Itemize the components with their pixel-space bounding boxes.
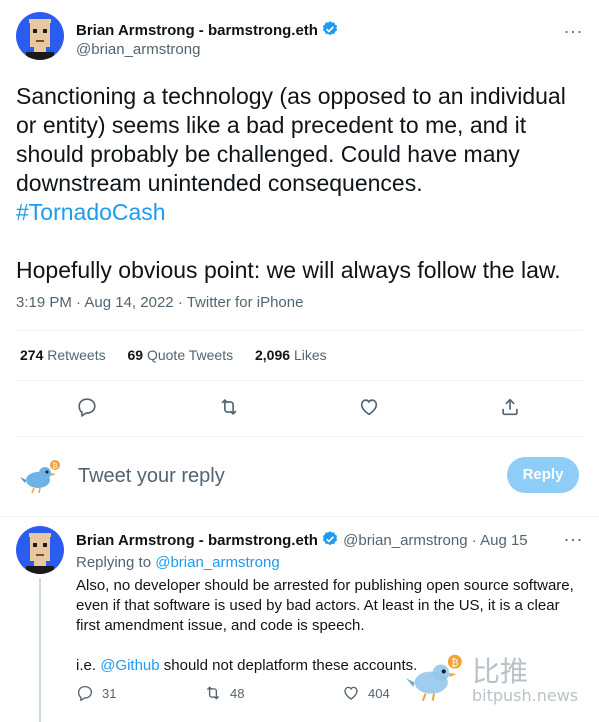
reply-like-action[interactable]: 404 <box>342 684 390 704</box>
github-mention-link[interactable]: @Github <box>100 657 159 674</box>
reply-button[interactable]: Reply <box>507 457 579 493</box>
svg-text:₿: ₿ <box>52 462 57 470</box>
watermark-bird-icon: ₿ <box>400 652 468 707</box>
like-icon <box>344 686 358 700</box>
reply-date[interactable]: Aug 15 <box>480 532 528 549</box>
quote-tweets-stat[interactable]: 69 Quote Tweets <box>128 347 234 363</box>
verified-badge-icon <box>321 20 339 42</box>
meta-separator: · <box>76 294 82 311</box>
reply-header: Brian Armstrong - barmstrong.eth @brian_… <box>76 530 528 552</box>
divider <box>16 436 583 437</box>
meta-separator: · <box>177 294 183 311</box>
avatar-face-icon <box>26 533 54 574</box>
reply-author-handle[interactable]: @brian_armstrong <box>343 532 467 549</box>
retweet-icon <box>206 686 220 700</box>
engagement-stats: 274 Retweets 69 Quote Tweets 2,096 Likes <box>20 347 345 363</box>
reply-icon[interactable] <box>76 396 100 420</box>
tweet-client[interactable]: Twitter for iPhone <box>187 294 304 311</box>
divider <box>16 330 583 331</box>
reply-icon <box>77 685 93 702</box>
retweets-count: 274 <box>20 347 44 363</box>
author-name-text[interactable]: Brian Armstrong - barmstrong.eth <box>76 22 318 39</box>
reply-input[interactable]: Tweet your reply <box>78 465 225 488</box>
retweets-stat[interactable]: 274 Retweets <box>20 347 106 363</box>
tweet-text: Sanctioning a technology (as opposed to … <box>16 82 586 314</box>
retweet-icon[interactable] <box>218 396 242 420</box>
likes-count: 2,096 <box>255 347 291 363</box>
reply-likes-count: 404 <box>368 686 390 701</box>
reply-author-name[interactable]: Brian Armstrong - barmstrong.eth <box>76 532 318 549</box>
quote-tweets-count: 69 <box>127 347 144 363</box>
watermark-logo-text: 比推 <box>472 655 529 688</box>
bitpush-bird-icon: ₿ <box>18 458 62 499</box>
like-icon[interactable] <box>358 396 382 420</box>
reply-replies-count: 31 <box>102 686 117 701</box>
author-name[interactable]: Brian Armstrong - barmstrong.eth <box>76 20 339 42</box>
reply-text-body: Also, no developer should be arrested fo… <box>76 577 574 634</box>
retweets-label: Retweets <box>47 347 106 363</box>
author-handle[interactable]: @brian_armstrong <box>76 41 200 58</box>
reply-more-options-icon[interactable]: ··· <box>564 530 583 548</box>
hashtag-link[interactable]: #TornadoCash <box>16 198 586 227</box>
divider <box>0 516 599 517</box>
replying-to-link[interactable]: @brian_armstrong <box>155 554 279 571</box>
reply-composer: ₿ Tweet your reply Reply <box>0 452 599 500</box>
reply-retweets-count: 48 <box>230 686 245 701</box>
reply-text-suffix: should not deplatform these accounts. <box>163 657 418 674</box>
tweet-actions <box>0 396 599 420</box>
tweet-text-body: Sanctioning a technology (as opposed to … <box>16 83 566 196</box>
replying-to-label: Replying to <box>76 554 152 571</box>
quote-tweets-label: Quote Tweets <box>146 347 234 363</box>
author-avatar[interactable] <box>16 12 64 60</box>
reply-author-avatar[interactable] <box>16 526 64 574</box>
reply-retweet-action[interactable]: 48 <box>204 684 244 704</box>
replying-to: Replying to @brian_armstrong <box>76 554 280 571</box>
tweet-date[interactable]: Aug 14, 2022 <box>84 294 173 311</box>
avatar-face-icon <box>26 19 54 60</box>
share-icon[interactable] <box>499 396 523 420</box>
tweet-time[interactable]: 3:19 PM <box>16 294 72 311</box>
more-options-icon[interactable]: ··· <box>564 22 583 40</box>
header-separator: · <box>471 532 477 549</box>
svg-text:₿: ₿ <box>451 658 458 669</box>
likes-stat[interactable]: 2,096 Likes <box>255 347 327 363</box>
thread-line <box>39 578 41 722</box>
tweet-metadata: 3:19 PM · Aug 14, 2022 · Twitter for iPh… <box>16 294 303 311</box>
reply-reply-action[interactable]: 31 <box>76 684 116 704</box>
likes-label: Likes <box>293 347 327 363</box>
divider <box>16 380 583 381</box>
verified-badge-icon <box>321 530 339 552</box>
tweet-text-second: Hopefully obvious point: we will always … <box>16 257 561 283</box>
reply-text-prefix: i.e. <box>76 657 97 674</box>
watermark-url: bitpush.news <box>472 686 579 705</box>
